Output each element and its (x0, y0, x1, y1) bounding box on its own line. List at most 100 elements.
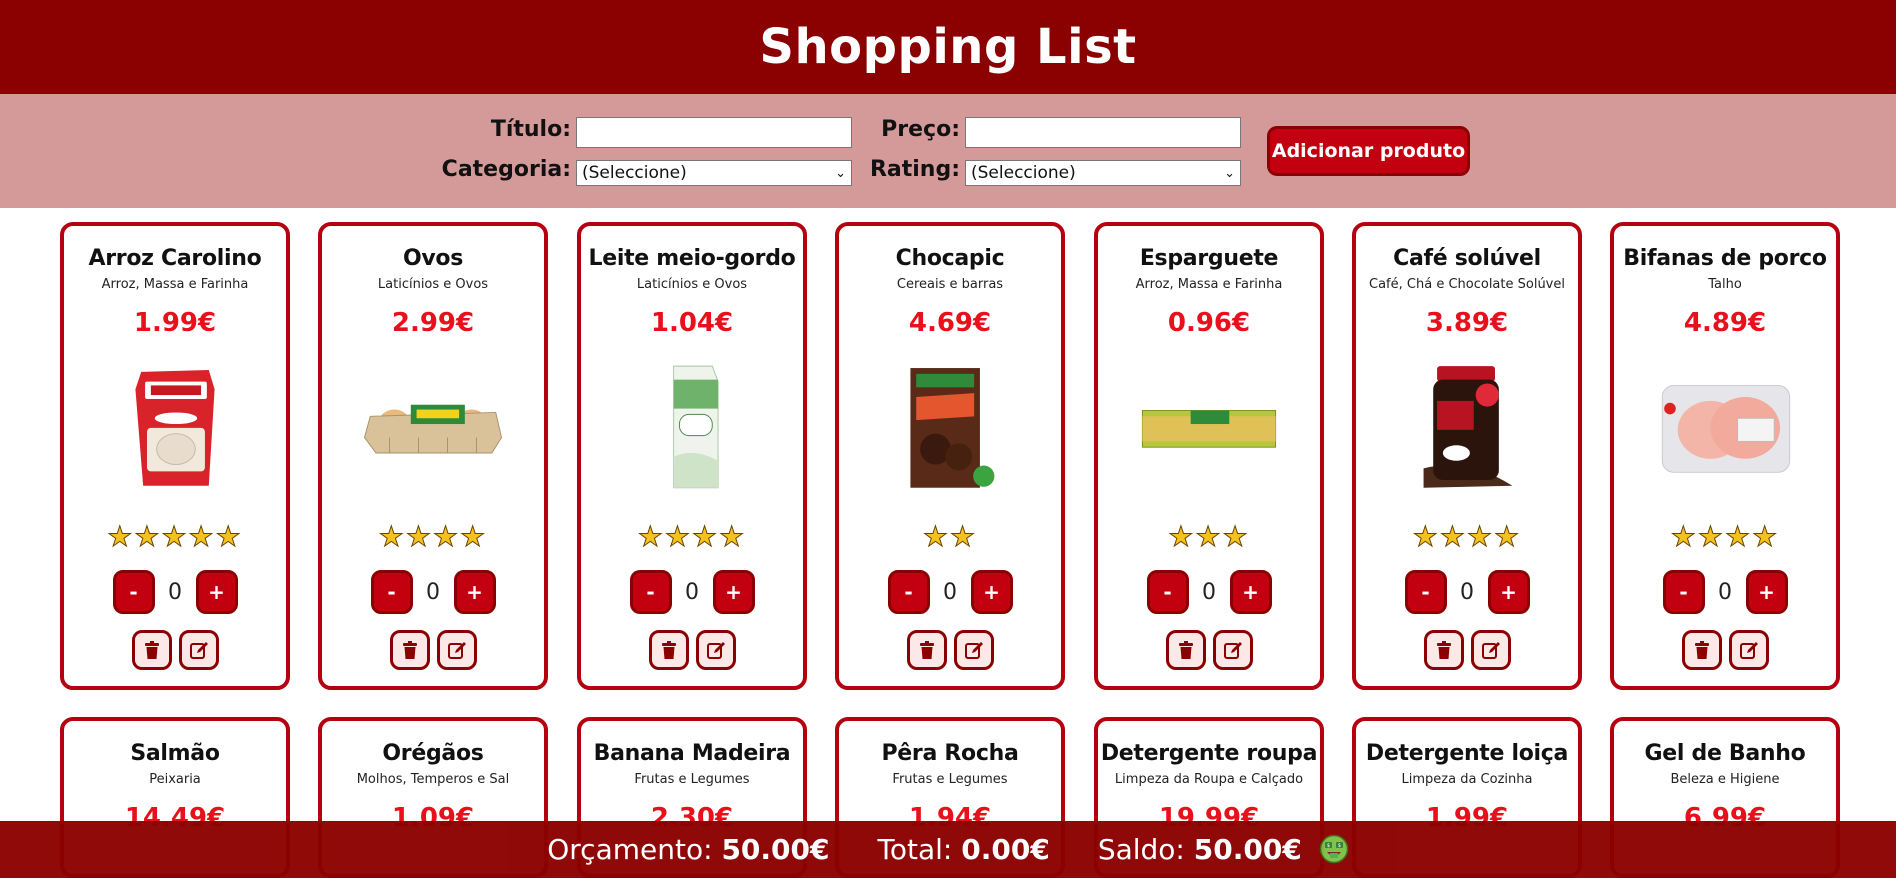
preco-label: Preço: (881, 117, 960, 142)
cereal-box-image (910, 368, 995, 488)
product-title: Detergente loiça (1365, 741, 1569, 766)
product-card: Leite meio-gordo Laticínios e Ovos 1.04€… (577, 222, 807, 690)
rice-bag-image (135, 369, 215, 486)
edit-button[interactable] (436, 630, 477, 670)
total-group: Total: 0.00€ (878, 833, 1050, 866)
product-title: Pêra Rocha (881, 741, 1019, 766)
preco-input[interactable] (965, 117, 1241, 148)
increase-quantity-button[interactable]: + (1487, 570, 1530, 614)
card-actions (581, 630, 803, 670)
product-price: 4.69€ (908, 308, 992, 338)
product-price: 1.99€ (133, 308, 217, 338)
delete-button[interactable] (389, 630, 430, 670)
increase-quantity-button[interactable]: + (453, 570, 496, 614)
rating-stars: ★★ (922, 520, 978, 554)
edit-button[interactable] (1212, 630, 1253, 670)
budget-group: Orçamento: 50.00€ (547, 833, 829, 866)
product-category: Peixaria (149, 772, 201, 787)
product-category: Beleza e Higiene (1670, 772, 1780, 787)
rating-stars: ★★★★ (1670, 520, 1780, 554)
categoria-label: Categoria: (441, 157, 571, 182)
coffee-jar-image (1423, 366, 1513, 488)
card-actions (64, 630, 286, 670)
rating-select[interactable]: (Seleccione) ⌄ (965, 160, 1241, 186)
decrease-quantity-button[interactable]: - (1146, 570, 1189, 614)
decrease-quantity-button[interactable]: - (370, 570, 413, 614)
saldo-label: Saldo: (1097, 833, 1185, 866)
product-title: Leite meio-gordo (588, 246, 796, 271)
product-category: Arroz, Massa e Farinha (1135, 277, 1283, 292)
product-category: Café, Chá e Chocolate Solúvel (1369, 277, 1565, 292)
page-title: Shopping List (759, 19, 1137, 75)
rating-stars: ★★★★ (378, 520, 488, 554)
product-title: Ovos (402, 246, 464, 271)
increase-quantity-button[interactable]: + (1745, 570, 1788, 614)
decrease-quantity-button[interactable]: - (1404, 570, 1447, 614)
trash-icon (661, 641, 676, 659)
increase-quantity-button[interactable]: + (970, 570, 1013, 614)
edit-button[interactable] (695, 630, 736, 670)
add-product-button[interactable]: Adicionar produto (1267, 126, 1470, 176)
product-card: Arroz Carolino Arroz, Massa e Farinha 1.… (60, 222, 290, 690)
saldo-group: Saldo: 50.00€ $ $ (1098, 833, 1349, 866)
delete-button[interactable] (906, 630, 947, 670)
delete-button[interactable] (1423, 630, 1464, 670)
quantity-stepper: - 0 + (581, 570, 803, 614)
svg-text:$: $ (1338, 843, 1341, 849)
decrease-quantity-button[interactable]: - (112, 570, 155, 614)
product-card: Ovos Laticínios e Ovos 2.99€ ★★★★ - 0 + (318, 222, 548, 690)
quantity-stepper: - 0 + (1356, 570, 1578, 614)
product-title: Chocapic (895, 246, 1005, 271)
product-card: Bifanas de porco Talho 4.89€ ★★★★ - 0 + (1610, 222, 1840, 690)
product-title: Gel de Banho (1644, 741, 1806, 766)
product-price: 2.99€ (391, 308, 475, 338)
card-actions (1614, 630, 1836, 670)
product-title: Orégãos (382, 741, 484, 766)
product-price: 1.04€ (650, 308, 734, 338)
product-category: Laticínios e Ovos (636, 277, 748, 292)
product-category: Frutas e Legumes (892, 772, 1008, 787)
trash-icon (1436, 641, 1451, 659)
product-category: Arroz, Massa e Farinha (101, 277, 249, 292)
increase-quantity-button[interactable]: + (1229, 570, 1272, 614)
quantity-stepper: - 0 + (1614, 570, 1836, 614)
increase-quantity-button[interactable]: + (195, 570, 238, 614)
budget-footer: Orçamento: 50.00€ Total: 0.00€ Saldo: 50… (0, 821, 1896, 878)
quantity-value: 0 (685, 579, 699, 605)
delete-button[interactable] (648, 630, 689, 670)
decrease-quantity-button[interactable]: - (1662, 570, 1705, 614)
product-price: 0.96€ (1167, 308, 1251, 338)
increase-quantity-button[interactable]: + (712, 570, 755, 614)
quantity-value: 0 (1460, 579, 1474, 605)
decrease-quantity-button[interactable]: - (629, 570, 672, 614)
saldo-value: 50.00€ (1193, 833, 1302, 866)
quantity-stepper: - 0 + (64, 570, 286, 614)
orcamento-label: Orçamento: (547, 833, 713, 866)
edit-icon (1739, 642, 1758, 659)
milk-carton-image (673, 365, 719, 489)
card-actions (1356, 630, 1578, 670)
product-title: Arroz Carolino (88, 246, 262, 271)
product-title: Café solúvel (1393, 246, 1541, 271)
edit-icon (1223, 642, 1242, 659)
product-category: Frutas e Legumes (634, 772, 750, 787)
edit-button[interactable] (1470, 630, 1511, 670)
delete-button[interactable] (1681, 630, 1722, 670)
rating-label: Rating: (869, 157, 960, 182)
decrease-quantity-button[interactable]: - (887, 570, 930, 614)
quantity-value: 0 (943, 579, 957, 605)
quantity-stepper: - 0 + (1098, 570, 1320, 614)
product-category: Limpeza da Cozinha (1401, 772, 1533, 787)
product-title: Salmão (130, 741, 220, 766)
edit-button[interactable] (1728, 630, 1769, 670)
delete-button[interactable] (131, 630, 172, 670)
rating-stars: ★★★★ (1412, 520, 1522, 554)
chevron-down-icon: ⌄ (1224, 165, 1235, 181)
delete-button[interactable] (1165, 630, 1206, 670)
product-category: Laticínios e Ovos (377, 277, 489, 292)
edit-button[interactable] (953, 630, 994, 670)
edit-icon (189, 642, 208, 659)
product-title: Esparguete (1139, 246, 1279, 271)
edit-button[interactable] (178, 630, 219, 670)
pork-tray-image (1661, 384, 1791, 473)
